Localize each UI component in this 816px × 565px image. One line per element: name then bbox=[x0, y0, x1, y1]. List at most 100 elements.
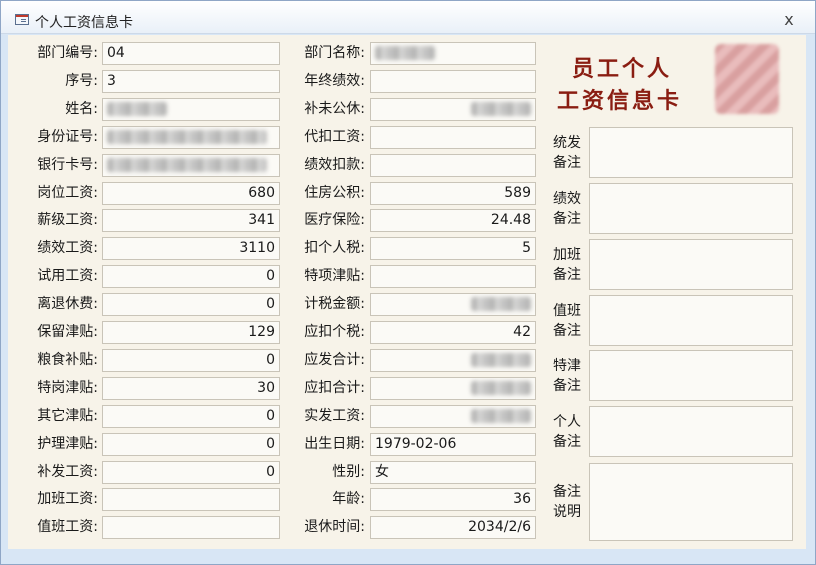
mid-field-label-5: 住房公积: bbox=[304, 185, 365, 201]
left-field-label-15: 补发工资: bbox=[37, 464, 98, 480]
left-field-input-5[interactable]: 680 bbox=[102, 182, 280, 205]
left-field-label-10: 保留津贴: bbox=[37, 324, 98, 340]
left-field-label-6: 薪级工资: bbox=[37, 212, 98, 228]
mid-field-input-12[interactable] bbox=[370, 377, 536, 400]
left-field-input-15[interactable]: 0 bbox=[102, 461, 280, 484]
note-label-line2: 备注 bbox=[553, 378, 581, 394]
left-field-input-12[interactable]: 30 bbox=[102, 377, 280, 400]
left-field-value-6: 341 bbox=[248, 212, 275, 228]
redacted-value bbox=[375, 46, 435, 60]
mid-field-label-3: 代扣工资: bbox=[304, 129, 365, 145]
mid-field-input-11[interactable] bbox=[370, 349, 536, 372]
mid-field-input-2[interactable] bbox=[370, 98, 536, 121]
note-label-5: 个人 备注 bbox=[553, 412, 585, 452]
left-field-input-1[interactable]: 3 bbox=[102, 70, 280, 93]
left-field-input-6[interactable]: 341 bbox=[102, 209, 280, 232]
mid-field-input-5[interactable]: 589 bbox=[370, 182, 536, 205]
left-field-input-10[interactable]: 129 bbox=[102, 321, 280, 344]
note-label-3: 值班 备注 bbox=[553, 301, 585, 341]
note-label-line2: 备注 bbox=[553, 267, 581, 283]
mid-field-input-6[interactable]: 24.48 bbox=[370, 209, 536, 232]
mid-field-value-16: 36 bbox=[513, 491, 531, 507]
mid-field-value-14: 1979-02-06 bbox=[375, 436, 457, 452]
mid-field-label-15: 性别: bbox=[332, 464, 365, 480]
mid-field-value-10: 42 bbox=[513, 324, 531, 340]
note-textarea-4[interactable] bbox=[589, 350, 793, 401]
left-field-label-5: 岗位工资: bbox=[37, 185, 98, 201]
mid-field-label-16: 年龄: bbox=[332, 491, 365, 507]
mid-field-input-3[interactable] bbox=[370, 126, 536, 149]
mid-field-input-1[interactable] bbox=[370, 70, 536, 93]
card-title-line1: 员工个人 bbox=[572, 56, 673, 82]
left-field-label-8: 试用工资: bbox=[37, 268, 98, 284]
left-field-input-9[interactable]: 0 bbox=[102, 293, 280, 316]
left-field-value-7: 3110 bbox=[239, 240, 275, 256]
form-bottom-edge bbox=[8, 549, 806, 561]
note-textarea-3[interactable] bbox=[589, 295, 793, 346]
left-field-label-14: 护理津贴: bbox=[37, 436, 98, 452]
mid-field-input-10[interactable]: 42 bbox=[370, 321, 536, 344]
mid-field-input-4[interactable] bbox=[370, 154, 536, 177]
note-label-line2: 说明 bbox=[553, 504, 581, 520]
left-field-input-4[interactable] bbox=[102, 154, 280, 177]
mid-field-label-7: 扣个人税: bbox=[304, 240, 365, 256]
note-label-line1: 加班 bbox=[553, 247, 581, 263]
redacted-value bbox=[107, 130, 267, 144]
left-field-label-11: 粮食补贴: bbox=[37, 352, 98, 368]
left-field-input-7[interactable]: 3110 bbox=[102, 237, 280, 260]
left-field-label-7: 绩效工资: bbox=[37, 240, 98, 256]
mid-field-input-15[interactable]: 女 bbox=[370, 461, 536, 484]
mid-field-label-13: 实发工资: bbox=[304, 408, 365, 424]
salary-form: 员工个人 工资信息卡 部门编号: 04 序号: 3 姓名: 身份证号: 银行卡号: 岗位工资:… bbox=[8, 35, 806, 549]
note-textarea-2[interactable] bbox=[589, 239, 793, 290]
left-field-value-1: 3 bbox=[107, 73, 116, 89]
note-textarea-0[interactable] bbox=[589, 127, 793, 178]
left-field-input-3[interactable] bbox=[102, 126, 280, 149]
left-field-label-1: 序号: bbox=[65, 73, 98, 89]
left-field-value-0: 04 bbox=[107, 45, 125, 61]
note-label-line2: 备注 bbox=[553, 434, 581, 450]
left-field-input-17[interactable] bbox=[102, 516, 280, 539]
left-field-label-4: 银行卡号: bbox=[37, 157, 98, 173]
redacted-value bbox=[471, 353, 531, 367]
left-field-value-10: 129 bbox=[248, 324, 275, 340]
close-button[interactable]: x bbox=[781, 12, 797, 28]
note-textarea-5[interactable] bbox=[589, 406, 793, 457]
salary-card-window: 个人工资信息卡 x 员工个人 工资信息卡 部门编号: 04 序号: 3 姓名: 身份证号:… bbox=[0, 0, 816, 565]
left-field-input-11[interactable]: 0 bbox=[102, 349, 280, 372]
redacted-value bbox=[471, 381, 531, 395]
mid-field-input-8[interactable] bbox=[370, 265, 536, 288]
note-textarea-6[interactable] bbox=[589, 463, 793, 541]
left-field-input-8[interactable]: 0 bbox=[102, 265, 280, 288]
note-label-6: 备注 说明 bbox=[553, 482, 585, 522]
left-field-input-13[interactable]: 0 bbox=[102, 405, 280, 428]
left-field-value-8: 0 bbox=[266, 268, 275, 284]
note-label-line2: 备注 bbox=[553, 211, 581, 227]
mid-field-value-17: 2034/2/6 bbox=[468, 519, 531, 535]
mid-field-input-13[interactable] bbox=[370, 405, 536, 428]
mid-field-input-9[interactable] bbox=[370, 293, 536, 316]
left-field-input-2[interactable] bbox=[102, 98, 280, 121]
mid-field-label-11: 应发合计: bbox=[304, 352, 365, 368]
left-field-input-16[interactable] bbox=[102, 488, 280, 511]
note-textarea-1[interactable] bbox=[589, 183, 793, 234]
mid-field-value-6: 24.48 bbox=[490, 212, 531, 228]
mid-field-input-7[interactable]: 5 bbox=[370, 237, 536, 260]
left-field-label-12: 特岗津贴: bbox=[37, 380, 98, 396]
left-field-input-14[interactable]: 0 bbox=[102, 433, 280, 456]
mid-field-input-17[interactable]: 2034/2/6 bbox=[370, 516, 536, 539]
note-label-0: 统发 备注 bbox=[553, 133, 585, 173]
redacted-value bbox=[471, 102, 531, 116]
left-field-label-9: 离退休费: bbox=[37, 296, 98, 312]
mid-field-input-14[interactable]: 1979-02-06 bbox=[370, 433, 536, 456]
left-field-value-15: 0 bbox=[266, 464, 275, 480]
left-field-input-0[interactable]: 04 bbox=[102, 42, 280, 65]
left-field-label-2: 姓名: bbox=[65, 101, 98, 117]
left-field-label-0: 部门编号: bbox=[37, 45, 98, 61]
mid-field-input-16[interactable]: 36 bbox=[370, 488, 536, 511]
mid-field-label-2: 补未公休: bbox=[304, 101, 365, 117]
window-title: 个人工资信息卡 bbox=[35, 15, 133, 31]
left-field-value-12: 30 bbox=[257, 380, 275, 396]
note-label-line1: 特津 bbox=[553, 358, 581, 374]
mid-field-input-0[interactable] bbox=[370, 42, 536, 65]
